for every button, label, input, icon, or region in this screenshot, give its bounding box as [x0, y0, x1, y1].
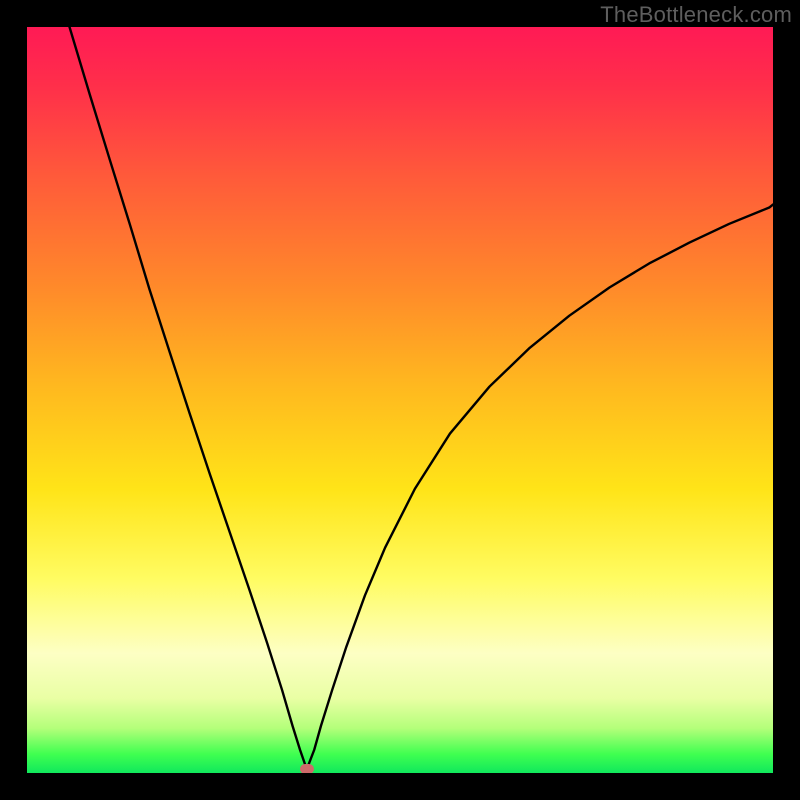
watermark-text: TheBottleneck.com — [600, 2, 792, 28]
optimum-marker — [300, 764, 314, 773]
plot-area — [27, 27, 773, 773]
bottleneck-curve — [27, 27, 773, 773]
chart-stage: TheBottleneck.com — [0, 0, 800, 800]
